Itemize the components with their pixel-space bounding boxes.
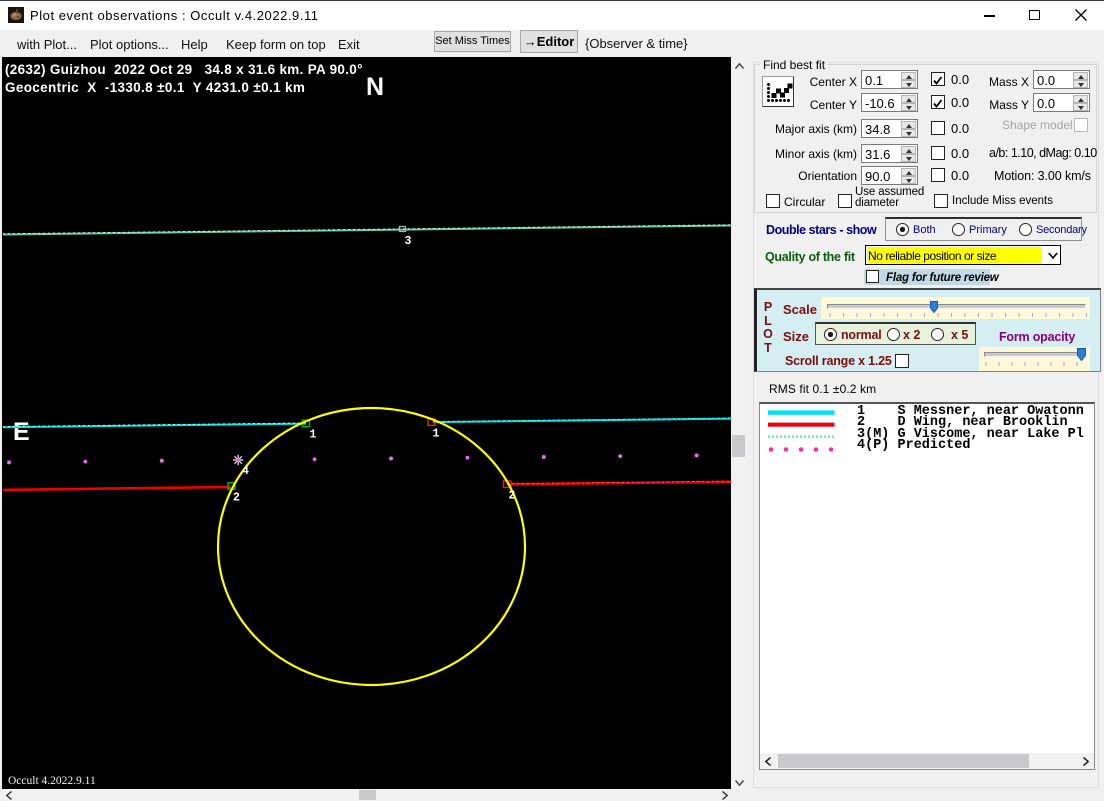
svg-text:2: 2 xyxy=(509,490,516,503)
svg-text:1: 1 xyxy=(310,429,317,442)
svg-text:2: 2 xyxy=(233,492,240,505)
svg-text:(2632) Guizhou 2022 Oct 29: (2632) Guizhou 2022 Oct 29 34.8 x 31.6 k… xyxy=(5,62,363,77)
svg-text:4: 4 xyxy=(242,465,249,478)
svg-text:E: E xyxy=(13,418,30,446)
svg-text:3: 3 xyxy=(405,235,412,248)
svg-text:N: N xyxy=(366,73,384,101)
svg-text:1: 1 xyxy=(433,428,440,441)
svg-text:Occult 4.2022.9.11: Occult 4.2022.9.11 xyxy=(8,775,96,787)
svg-text:Geocentric X -1330.8 ±0.1 Y: Geocentric X -1330.8 ±0.1 Y 4231.0 ±0.1 … xyxy=(5,80,305,95)
